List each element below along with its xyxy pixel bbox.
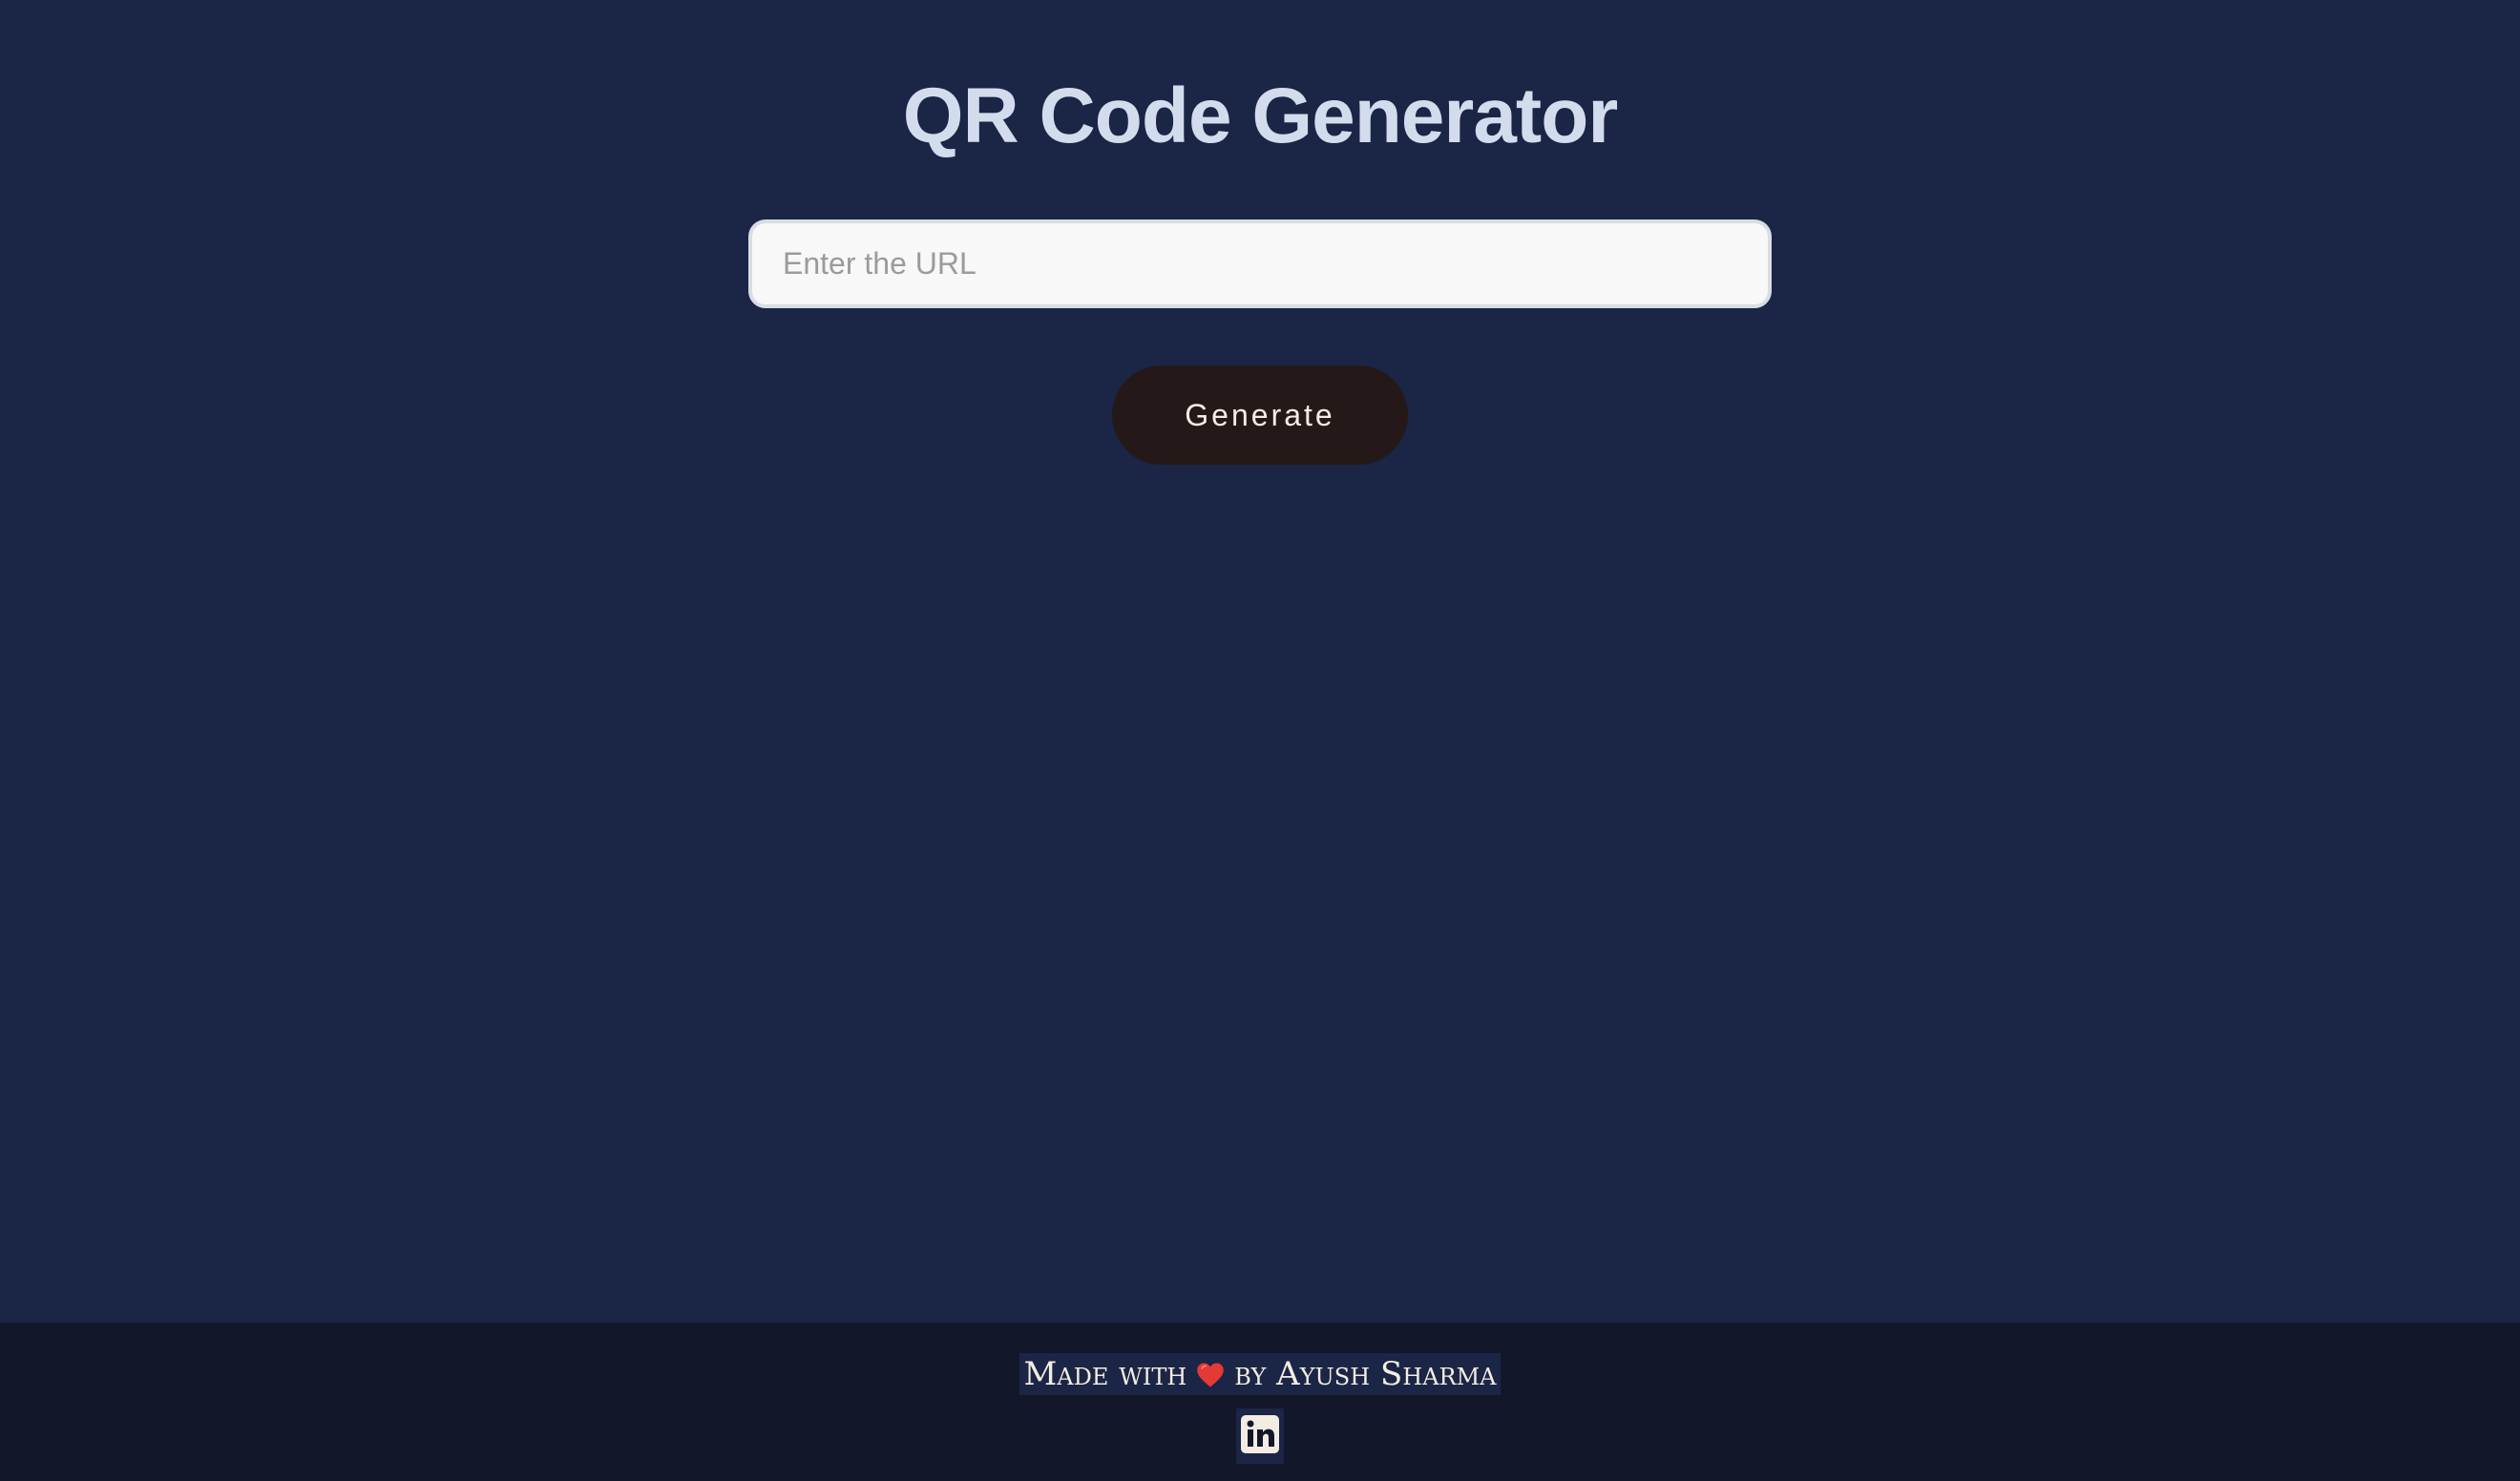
credit-prefix: Made with <box>1023 1355 1187 1393</box>
linkedin-link[interactable] <box>1236 1408 1284 1464</box>
generate-button[interactable]: Generate <box>1112 365 1408 465</box>
footer-credit: Made with by Ayush Sharma <box>1019 1353 1501 1395</box>
credit-suffix: by Ayush Sharma <box>1234 1355 1497 1393</box>
main-content: QR Code Generator Generate <box>0 0 2520 1323</box>
footer: Made with by Ayush Sharma <box>0 1323 2520 1481</box>
url-input[interactable] <box>748 219 1772 308</box>
page-title: QR Code Generator <box>902 73 1618 159</box>
linkedin-icon <box>1240 1414 1280 1459</box>
heart-icon <box>1196 1361 1225 1387</box>
